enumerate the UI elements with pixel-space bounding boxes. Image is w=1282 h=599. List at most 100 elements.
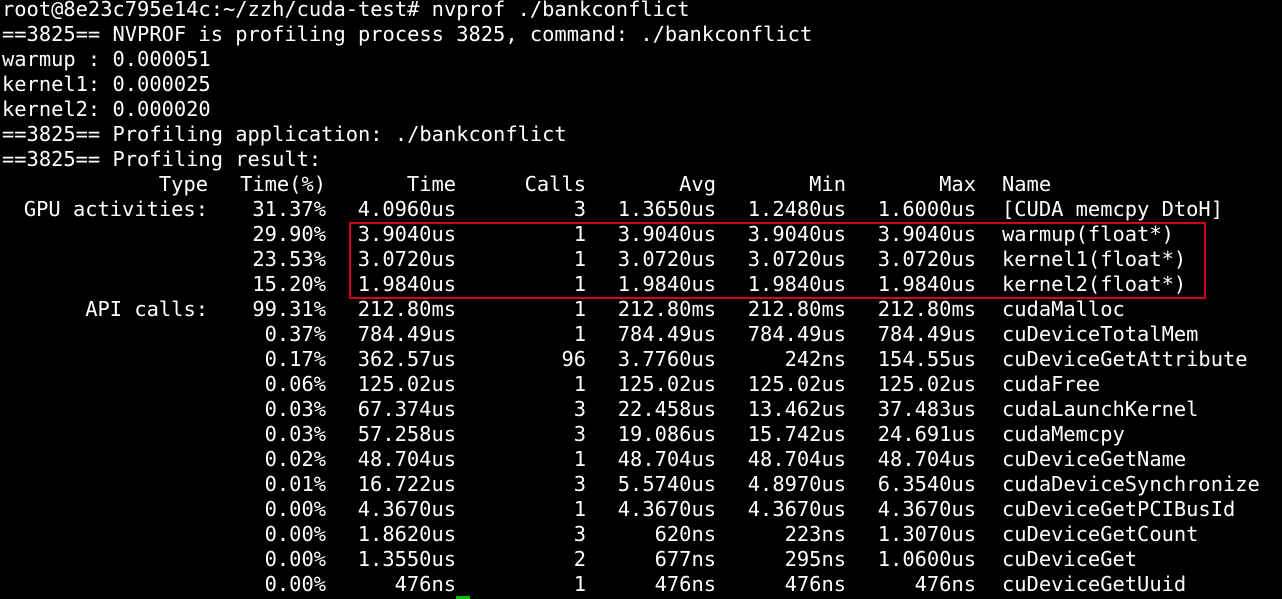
row-max: 1.6000us [877, 197, 976, 221]
row-type [0, 447, 208, 472]
row-time: 57.258us [357, 422, 456, 446]
row-time: 67.374us [357, 397, 456, 421]
row-calls: 1 [573, 497, 586, 521]
table-row: API calls: 99.31% 212.80ms 1 212.80ms 212.80m… [0, 297, 1282, 322]
header-name: Name [1002, 172, 1052, 196]
table-row: 0.03% 57.258us 3 19.086us 15.742us 24.691us cu… [0, 422, 1282, 447]
row-min: 125.02us [747, 372, 846, 396]
row-min: 476ns [784, 572, 846, 596]
row-name: cuDeviceGetPCIBusId [1002, 497, 1236, 521]
row-calls: 1 [573, 297, 586, 321]
row-calls: 1 [573, 372, 586, 396]
output-line: warmup : 0.000051 [2, 47, 211, 71]
row-name: cuDeviceGetUuid [1002, 572, 1187, 596]
row-max: 6.3540us [877, 472, 976, 496]
header-calls: Calls [524, 172, 586, 196]
row-avg: 212.80ms [617, 297, 716, 321]
header-type: Type [158, 172, 208, 196]
row-min: 4.3670us [747, 497, 846, 521]
output-line: ==3825== Profiling result: [2, 147, 322, 171]
row-type [0, 547, 208, 572]
row-time-percent: 0.02% [264, 447, 326, 471]
row-calls: 1 [573, 447, 586, 471]
table-row: 0.00% 476ns 1 476ns 476ns 476ns cuDeviceGetUui… [0, 572, 1282, 597]
row-time: 784.49us [357, 322, 456, 346]
row-max: 154.55us [877, 347, 976, 371]
row-type [0, 422, 208, 447]
table-row: 0.17% 362.57us 96 3.7760us 242ns 154.55us cuDe… [0, 347, 1282, 372]
row-avg: 4.3670us [617, 497, 716, 521]
header-time-percent: Time(%) [240, 172, 326, 196]
row-avg: 48.704us [617, 447, 716, 471]
row-avg: 19.086us [617, 422, 716, 446]
row-avg: 1.3650us [617, 197, 716, 221]
table-row: 0.00% 4.3670us 1 4.3670us 4.3670us 4.3670us cu… [0, 497, 1282, 522]
row-avg: 620ns [654, 522, 716, 546]
row-max: 48.704us [877, 447, 976, 471]
row-calls: 3 [573, 422, 586, 446]
row-time-percent: 0.00% [264, 497, 326, 521]
row-time-percent: 99.31% [252, 297, 326, 321]
row-calls: 3 [573, 522, 586, 546]
terminal-window[interactable]: root@8e23c795e14c:~/zzh/cuda-test# nvpro… [0, 0, 1282, 599]
row-calls: 3 [573, 197, 586, 221]
row-time: 212.80ms [357, 297, 456, 321]
row-name: cudaLaunchKernel [1002, 397, 1199, 421]
row-time-percent: 0.37% [264, 322, 326, 346]
row-time: 16.722us [357, 472, 456, 496]
row-min: 15.742us [747, 422, 846, 446]
row-avg: 125.02us [617, 372, 716, 396]
row-max: 784.49us [877, 322, 976, 346]
command-prompt-line: root@8e23c795e14c:~/zzh/cuda-test# nvpro… [2, 0, 690, 21]
row-avg: 784.49us [617, 322, 716, 346]
profile-table-header: Type Time(%) Time Calls Avg Min Max Name [0, 172, 1282, 197]
table-row: 0.37% 784.49us 1 784.49us 784.49us 784.49us cu… [0, 322, 1282, 347]
row-time-percent: 0.06% [264, 372, 326, 396]
row-name: cuDeviceGetAttribute [1002, 347, 1248, 371]
row-calls: 3 [573, 472, 586, 496]
row-calls: 1 [573, 572, 586, 596]
row-time: 476ns [394, 572, 456, 596]
row-type [0, 522, 208, 547]
row-time: 1.8620us [357, 522, 456, 546]
row-type [0, 222, 208, 247]
row-time: 4.3670us [357, 497, 456, 521]
row-type [0, 372, 208, 397]
row-name: cudaMalloc [1002, 297, 1125, 321]
row-type [0, 572, 208, 597]
row-max: 212.80ms [877, 297, 976, 321]
row-time-percent: 0.00% [264, 547, 326, 571]
row-avg: 476ns [654, 572, 716, 596]
row-time: 125.02us [357, 372, 456, 396]
row-calls: 3 [573, 397, 586, 421]
row-time: 4.0960us [357, 197, 456, 221]
row-type: API calls: [85, 297, 208, 321]
row-type [0, 497, 208, 522]
row-time: 1.3550us [357, 547, 456, 571]
row-name: cudaMemcpy [1002, 422, 1125, 446]
row-name: [CUDA memcpy DtoH] [1002, 197, 1223, 221]
table-row: 0.01% 16.722us 3 5.5740us 4.8970us 6.3540us cu… [0, 472, 1282, 497]
table-row: 0.00% 1.8620us 3 620ns 223ns 1.3070us cuDevice… [0, 522, 1282, 547]
row-type [0, 347, 208, 372]
row-name: cuDeviceGetName [1002, 447, 1187, 471]
row-type [0, 322, 208, 347]
row-max: 476ns [914, 572, 976, 596]
header-avg: Avg [679, 172, 716, 196]
header-max: Max [939, 172, 976, 196]
output-line: ==3825== Profiling application: ./bankco… [2, 122, 567, 146]
header-min: Min [809, 172, 846, 196]
row-min: 212.80ms [747, 297, 846, 321]
row-time: 362.57us [357, 347, 456, 371]
table-row: 0.03% 67.374us 3 22.458us 13.462us 37.483us cu… [0, 397, 1282, 422]
row-time-percent: 29.90% [252, 222, 326, 246]
row-min: 784.49us [747, 322, 846, 346]
row-max: 125.02us [877, 372, 976, 396]
output-line: ==3825== NVPROF is profiling process 382… [2, 22, 813, 46]
row-max: 1.0600us [877, 547, 976, 571]
output-line: kernel1: 0.000025 [2, 72, 211, 96]
row-name: cudaFree [1002, 372, 1101, 396]
row-time-percent: 0.01% [264, 472, 326, 496]
row-type [0, 397, 208, 422]
row-time-percent: 31.37% [252, 197, 326, 221]
